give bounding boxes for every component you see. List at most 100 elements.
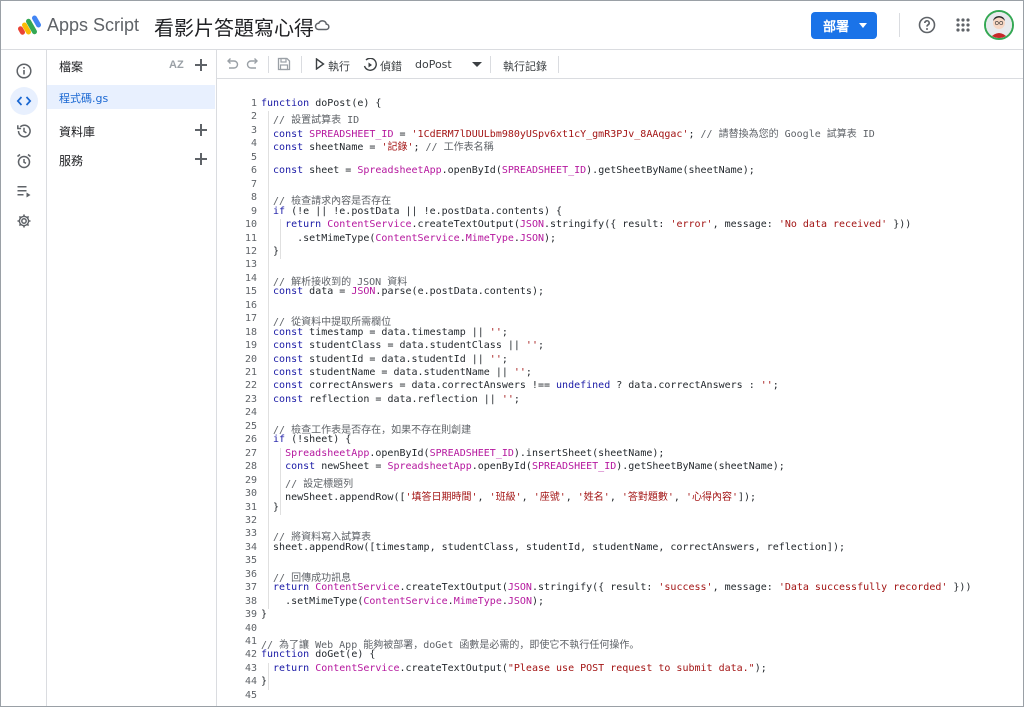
code-token: ContentService <box>309 582 400 594</box>
rail-history-button[interactable] <box>10 117 38 145</box>
code-line[interactable]: const reflection = data.reflection || ''… <box>261 394 520 405</box>
apps-grid-icon[interactable] <box>956 18 970 32</box>
code-token: , <box>477 492 490 504</box>
line-number: 19 <box>244 340 257 352</box>
sort-az-icon[interactable]: AZ <box>169 59 184 71</box>
line-number: 38 <box>244 595 257 607</box>
apps-script-logo-icon[interactable] <box>17 14 41 36</box>
code-line[interactable]: const studentClass = data.studentClass |… <box>261 340 544 351</box>
function-select-value: doPost <box>415 58 452 71</box>
avatar-face-icon <box>986 12 1012 38</box>
undo-icon[interactable] <box>225 57 239 71</box>
avatar[interactable] <box>984 10 1014 40</box>
rail-editor-button[interactable] <box>10 87 38 115</box>
code-line[interactable]: if (!sheet) { <box>261 434 351 445</box>
code-line[interactable]: const studentId = data.studentId || ''; <box>261 354 508 365</box>
code-token: ? data.correctAnswers : <box>610 380 761 392</box>
code-line[interactable]: return ContentService.createTextOutput(J… <box>261 582 971 593</box>
executions-icon <box>17 186 31 198</box>
code-token: newSheet = <box>315 461 388 473</box>
line-number: 42 <box>244 649 257 661</box>
save-icon[interactable] <box>277 57 291 71</box>
code-token: } <box>261 501 280 513</box>
code-token: '' <box>760 380 773 392</box>
code-token: '填答日期時間' <box>405 492 478 504</box>
file-item-code-gs[interactable]: 程式碼.gs <box>47 85 215 109</box>
code-line[interactable]: if (!e || !e.postData || !e.postData.con… <box>261 206 562 217</box>
code-token: if <box>261 434 286 446</box>
code-line[interactable]: SpreadsheetApp.openById(SPREADSHEET_ID).… <box>261 448 664 459</box>
line-number: 31 <box>244 501 257 513</box>
add-file-plus-icon[interactable] <box>195 59 207 71</box>
code-line[interactable]: } <box>261 609 267 620</box>
toolbar-divider <box>490 56 491 73</box>
line-number: 40 <box>244 622 257 634</box>
code-token: MimeType <box>465 232 514 244</box>
code-token: ); <box>531 595 545 607</box>
rail-overview-button[interactable] <box>10 57 38 85</box>
code-token: , <box>565 492 578 504</box>
left-nav-rail <box>1 50 47 706</box>
code-line[interactable]: .setMimeType(ContentService.MimeType.JSO… <box>261 596 544 607</box>
code-line[interactable]: const timestamp = data.timestamp || ''; <box>261 327 508 338</box>
chevron-down-icon <box>472 62 482 67</box>
line-number: 39 <box>244 609 257 621</box>
help-icon[interactable] <box>918 16 936 34</box>
toolbar-divider <box>558 56 559 73</box>
toolbar-divider <box>301 56 302 73</box>
code-token: ; <box>537 340 544 352</box>
project-title[interactable]: 看影片答題寫心得 <box>154 12 314 41</box>
line-number: 10 <box>244 219 257 231</box>
code-token: .openById( <box>441 165 502 177</box>
line-number: 13 <box>244 259 257 271</box>
deploy-button[interactable]: 部署 <box>811 12 877 39</box>
code-line[interactable]: } <box>261 246 279 257</box>
code-line[interactable]: const sheet = SpreadsheetApp.openById(SP… <box>261 165 755 176</box>
code-token: , message: <box>712 219 779 231</box>
code-token: ContentService <box>309 662 400 674</box>
line-number: 20 <box>244 353 257 365</box>
code-line[interactable]: const sheetName = '記錄'; // 工作表名稱 <box>261 138 494 153</box>
code-editor[interactable]: 1 function doPost(e) {2 // 設置試算表 ID 3 cons… <box>217 80 1023 706</box>
code-line[interactable]: .setMimeType(ContentService.MimeType.JSO… <box>261 233 556 244</box>
code-token: sheetName = <box>303 142 382 154</box>
code-line[interactable]: } <box>261 502 279 513</box>
line-number: 32 <box>244 514 257 526</box>
line-number: 41 <box>244 636 257 647</box>
code-line[interactable]: const data = JSON.parse(e.postData.conte… <box>261 286 544 297</box>
code-line[interactable]: const newSheet = SpreadsheetApp.openById… <box>261 461 785 472</box>
line-number: 16 <box>244 299 257 311</box>
line-number: 25 <box>244 420 257 432</box>
code-line[interactable]: const studentName = data.studentName || … <box>261 367 532 378</box>
code-line[interactable]: } <box>261 676 267 687</box>
code-token: '記錄' <box>381 142 414 154</box>
line-number: 17 <box>244 313 257 325</box>
code-line[interactable]: sheet.appendRow([timestamp, studentClass… <box>261 542 845 553</box>
code-line[interactable]: function doGet(e) { <box>261 649 375 660</box>
services-section-title: 服務 <box>59 154 84 168</box>
code-token: timestamp = data.timestamp || <box>303 326 490 338</box>
code-token: ; <box>501 326 508 338</box>
code-token: correctAnswers = data.correctAnswers !== <box>303 380 557 392</box>
code-token: } <box>261 609 268 621</box>
code-line[interactable]: const correctAnswers = data.correctAnswe… <box>261 380 779 391</box>
line-number: 33 <box>244 528 257 540</box>
add-service-plus-icon[interactable] <box>195 153 207 165</box>
info-icon <box>16 63 32 79</box>
code-line[interactable]: newSheet.appendRow(['填答日期時間', '班級', '座號'… <box>261 488 756 503</box>
rail-triggers-button[interactable] <box>10 147 38 175</box>
brand-name[interactable]: Apps Script <box>47 15 139 36</box>
code-line[interactable]: function doPost(e) { <box>261 98 381 109</box>
execution-log-button[interactable]: 執行記錄 <box>503 58 547 74</box>
add-library-plus-icon[interactable] <box>195 124 207 136</box>
rail-settings-button[interactable] <box>10 207 38 235</box>
code-token: '' <box>489 326 502 338</box>
rail-executions-button[interactable] <box>10 177 38 205</box>
code-token: studentId = data.studentId || <box>303 353 490 365</box>
code-line[interactable]: return ContentService.createTextOutput(J… <box>261 219 911 230</box>
redo-icon[interactable] <box>246 57 260 71</box>
code-token: 'No data received' <box>778 219 888 231</box>
play-icon <box>315 58 325 70</box>
line-number: 21 <box>244 367 257 378</box>
code-line[interactable]: return ContentService.createTextOutput("… <box>261 663 767 674</box>
